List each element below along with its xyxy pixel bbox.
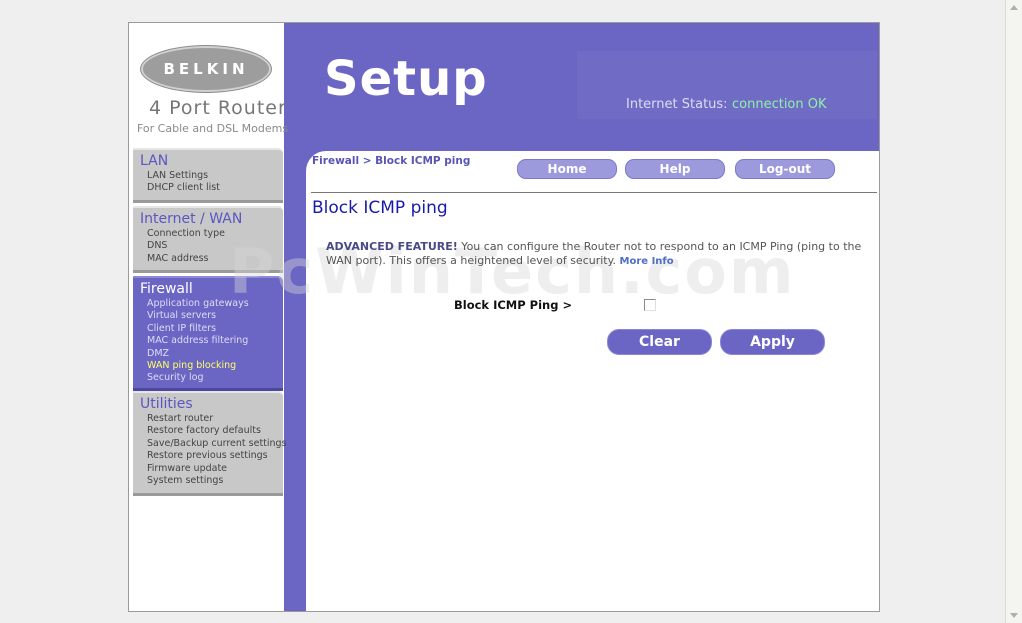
- sidebar-item-restart-router[interactable]: Restart router: [147, 413, 287, 425]
- breadcrumb: Firewall > Block ICMP ping: [312, 155, 471, 167]
- nav-group-title-lan[interactable]: LAN: [140, 153, 168, 169]
- sidebar-item-virtual-servers[interactable]: Virtual servers: [147, 310, 249, 322]
- product-name: 4 Port Router: [149, 97, 287, 119]
- clear-changes-button[interactable]: Clear changes: [607, 329, 712, 374]
- sidebar-item-client-ip-filters[interactable]: Client IP filters: [147, 323, 249, 335]
- logo-text: BELKIN: [163, 60, 249, 78]
- sidebar-item-mac-address[interactable]: MAC address: [147, 253, 225, 265]
- sidebar-item-wan-ping-blocking[interactable]: WAN ping blocking: [147, 360, 249, 372]
- nav-group-wan: Internet / WAN Connection type DNS MAC a…: [133, 206, 283, 273]
- block-icmp-ping-label: Block ICMP Ping >: [454, 298, 573, 312]
- scroll-down-arrow-icon[interactable]: [1010, 613, 1018, 618]
- sidebar-item-application-gateways[interactable]: Application gateways: [147, 298, 249, 310]
- nav-list-firewall: Application gateways Virtual servers Cli…: [147, 298, 249, 385]
- sidebar-item-restore-factory-defaults[interactable]: Restore factory defaults: [147, 425, 287, 437]
- nav-group-title-utilities[interactable]: Utilities: [140, 396, 193, 412]
- nav-group-title-wan[interactable]: Internet / WAN: [140, 211, 242, 227]
- nav-group-lan: LAN LAN Settings DHCP client list: [133, 148, 283, 203]
- router-page-frame: BELKIN 4 Port Router For Cable and DSL M…: [128, 22, 880, 612]
- scroll-up-arrow-icon[interactable]: [1010, 5, 1018, 10]
- sidebar-item-restore-previous-settings[interactable]: Restore previous settings: [147, 450, 287, 462]
- home-button[interactable]: Home: [517, 159, 617, 179]
- sidebar-item-save-backup-settings[interactable]: Save/Backup current settings: [147, 438, 287, 450]
- belkin-logo: BELKIN: [141, 46, 271, 92]
- apply-changes-button[interactable]: Apply changes: [720, 329, 825, 374]
- internet-status-value: connection OK: [732, 97, 827, 112]
- vertical-scrollbar[interactable]: [1005, 0, 1022, 623]
- sidebar-item-dmz[interactable]: DMZ: [147, 348, 249, 360]
- nav-group-title-firewall[interactable]: Firewall: [140, 281, 193, 297]
- page-header-title: Setup: [324, 51, 488, 107]
- sidebar-item-connection-type[interactable]: Connection type: [147, 228, 225, 240]
- sidebar-item-dhcp-client-list[interactable]: DHCP client list: [147, 182, 220, 194]
- sidebar-item-firmware-update[interactable]: Firmware update: [147, 463, 287, 475]
- nav-list-lan: LAN Settings DHCP client list: [147, 170, 220, 195]
- block-icmp-ping-checkbox[interactable]: [644, 299, 656, 311]
- nav-group-firewall: Firewall Application gateways Virtual se…: [133, 276, 283, 391]
- sidebar-item-lan-settings[interactable]: LAN Settings: [147, 170, 220, 182]
- product-subtitle: For Cable and DSL Modems: [137, 122, 289, 135]
- internet-status-label: Internet Status:: [626, 97, 728, 112]
- nav-group-utilities: Utilities Restart router Restore factory…: [133, 391, 287, 496]
- sidebar-item-dns[interactable]: DNS: [147, 240, 225, 252]
- header-divider: [311, 192, 877, 193]
- sidebar-item-system-settings[interactable]: System settings: [147, 475, 287, 487]
- sidebar-item-security-log[interactable]: Security log: [147, 372, 249, 384]
- sidebar-item-mac-address-filtering[interactable]: MAC address filtering: [147, 335, 249, 347]
- logout-button[interactable]: Log-out: [735, 159, 835, 179]
- advanced-feature-label: ADVANCED FEATURE!: [326, 240, 458, 253]
- nav-list-utilities: Restart router Restore factory defaults …: [147, 413, 287, 487]
- feature-description: ADVANCED FEATURE! You can configure the …: [326, 240, 866, 269]
- nav-list-wan: Connection type DNS MAC address: [147, 228, 225, 265]
- more-info-link[interactable]: More Info: [620, 256, 674, 267]
- page-title: Block ICMP ping: [312, 198, 448, 218]
- help-button[interactable]: Help: [625, 159, 725, 179]
